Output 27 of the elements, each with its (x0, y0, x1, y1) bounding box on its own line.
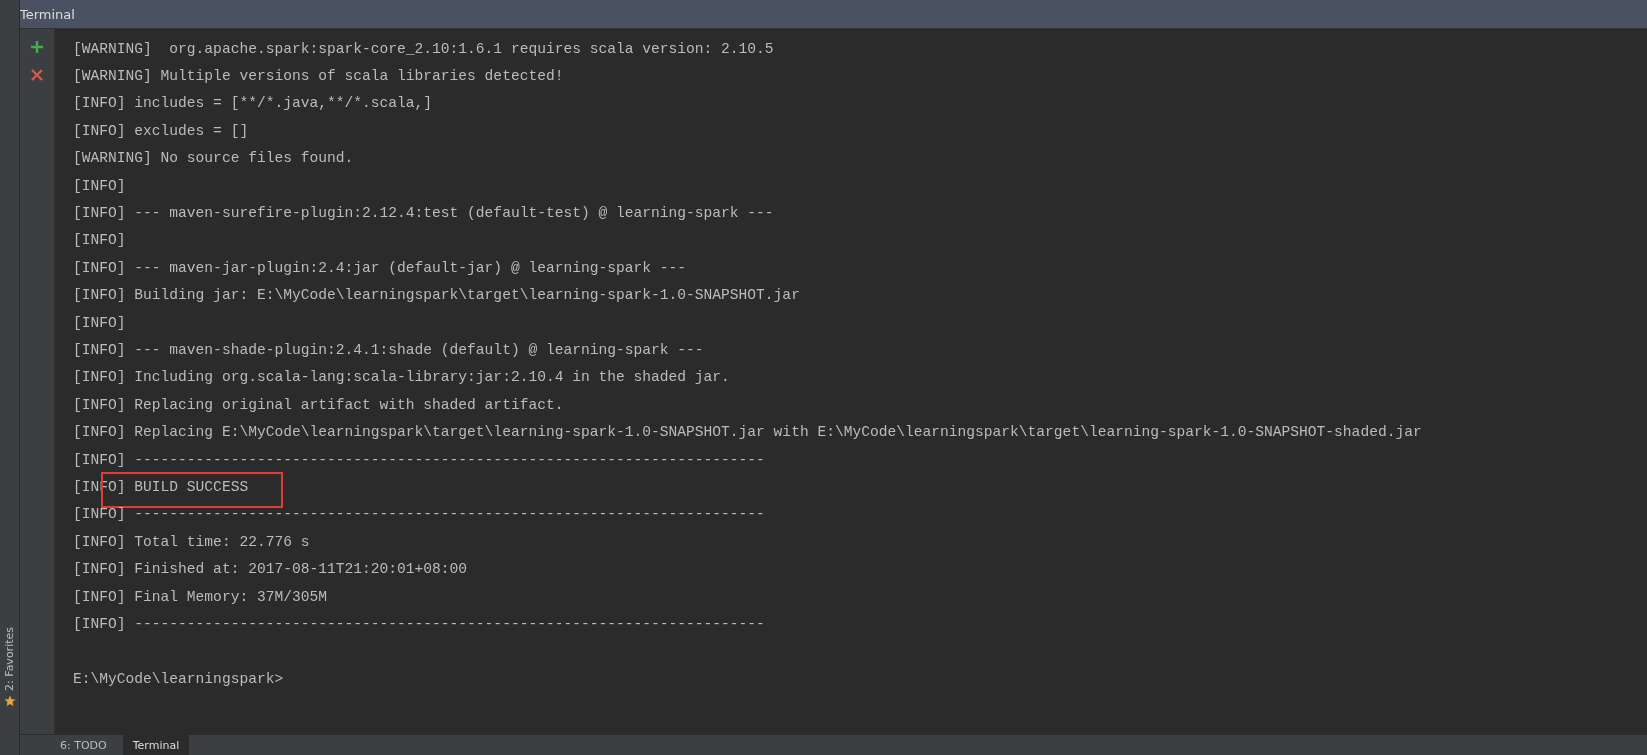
output-line: [INFO] Replacing E:\MyCode\learningspark\target\learning-spark-1.0-SNAPSHOT.jar with E:\MyCode\learningspark\target\learning-spark-1.0-SNAPSHOT-shaded.jar (73, 424, 1422, 441)
output-line: [INFO] Replacing original artifact with shaded artifact. (73, 396, 564, 413)
output-line: [INFO] ------------------------------------------------------------------------ (73, 506, 765, 523)
output-line: [INFO] --- maven-jar-plugin:2.4:jar (default-jar) @ learning-spark --- (73, 259, 687, 276)
output-line: [INFO] ------------------------------------------------------------------------ (73, 451, 765, 468)
output-line: [INFO] ------------------------------------------------------------------------ (73, 615, 765, 632)
output-line: [INFO] excludes = [] (73, 122, 249, 139)
output-line: [INFO] Building jar: E:\MyCode\learningspark\target\learning-spark-1.0-SNAPSHOT.jar (73, 287, 800, 304)
output-line: [INFO] --- maven-surefire-plugin:2.12.4:test (default-test) @ learning-spark --- (73, 205, 774, 222)
output-line: [INFO] Final Memory: 37M/305M (73, 588, 327, 605)
output-line: [INFO] (73, 177, 126, 194)
command-prompt: E:\MyCode\learningspark> (73, 670, 284, 687)
output-line: [WARNING] Multiple versions of scala libraries detected! (73, 68, 564, 85)
favorites-tab[interactable]: 2: Favorites (3, 627, 16, 691)
output-line: [INFO] includes = [**/*.java,**/*.scala,] (73, 95, 433, 112)
output-line: [INFO] Finished at: 2017-08-11T21:20:01+08:00 (73, 561, 468, 578)
output-line: [INFO] --- maven-shade-plugin:2.4.1:shade (default) @ learning-spark --- (73, 342, 704, 358)
output-line: [INFO] (73, 314, 126, 331)
output-line: [WARNING] org.apache.spark:spark-core_2.10:1.6.1 requires scala version: 2.10.5 (73, 40, 774, 57)
output-line: [INFO] Total time: 22.776 s (73, 533, 310, 550)
output-line: [WARNING] No source files found. (73, 150, 354, 167)
output-line: [INFO] Including org.scala-lang:scala-library:jar:2.10.4 in the shaded jar. (73, 369, 730, 386)
window-title: Terminal (20, 6, 75, 22)
output-line: [INFO] (73, 232, 126, 249)
star-icon (3, 695, 16, 707)
tool-window-tab[interactable]: Terminal (122, 735, 190, 755)
tool-window-tab[interactable]: 6: TODO (50, 735, 117, 755)
